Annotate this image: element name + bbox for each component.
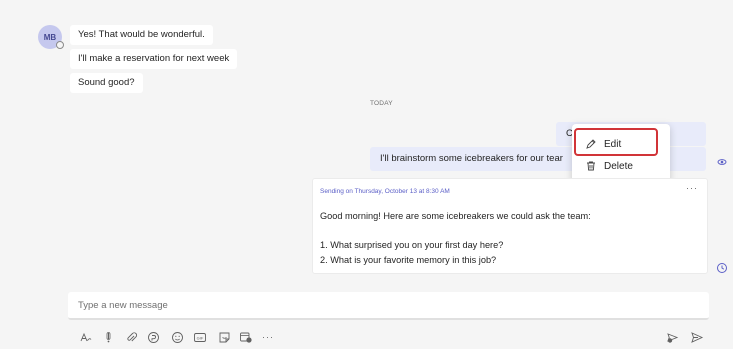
send-icon[interactable]: [690, 330, 704, 344]
card-message-line: Good morning! Here are some icebreakers …: [320, 211, 591, 221]
scheduled-clock-icon: [716, 262, 728, 274]
send-later-icon[interactable]: [666, 330, 680, 344]
priority-icon[interactable]: [101, 330, 115, 344]
date-divider: TODAY: [370, 100, 393, 107]
received-message[interactable]: Yes! That would be wonderful.: [70, 25, 213, 45]
schedule-meeting-icon[interactable]: [239, 330, 253, 344]
sticker-icon[interactable]: [217, 330, 231, 344]
format-icon[interactable]: [78, 330, 92, 344]
menu-item-delete[interactable]: Delete: [572, 155, 670, 177]
card-message-line: 1. What surprised you on your first day …: [320, 240, 504, 250]
read-receipt-icon: [716, 156, 728, 168]
card-more-options-icon[interactable]: ···: [686, 183, 698, 193]
emoji-icon[interactable]: [170, 330, 184, 344]
more-icon[interactable]: ···: [261, 330, 275, 344]
menu-item-label: Delete: [604, 160, 633, 172]
compose-box: [68, 292, 709, 320]
card-message-line: 2. What is your favorite memory in this …: [320, 255, 497, 265]
presence-status-icon: [56, 41, 64, 49]
attach-icon[interactable]: [124, 330, 138, 344]
loop-icon[interactable]: [146, 330, 160, 344]
scheduled-send-time: Sending on Thursday, October 13 at 8:30 …: [320, 188, 450, 195]
received-message[interactable]: Sound good?: [70, 73, 143, 93]
message-input[interactable]: [78, 292, 678, 318]
gif-icon[interactable]: GIF: [193, 330, 207, 344]
trash-icon: [584, 159, 598, 173]
svg-text:GIF: GIF: [197, 335, 204, 340]
received-message[interactable]: I'll make a reservation for next week: [70, 49, 238, 69]
edit-highlight-box: [574, 128, 658, 156]
